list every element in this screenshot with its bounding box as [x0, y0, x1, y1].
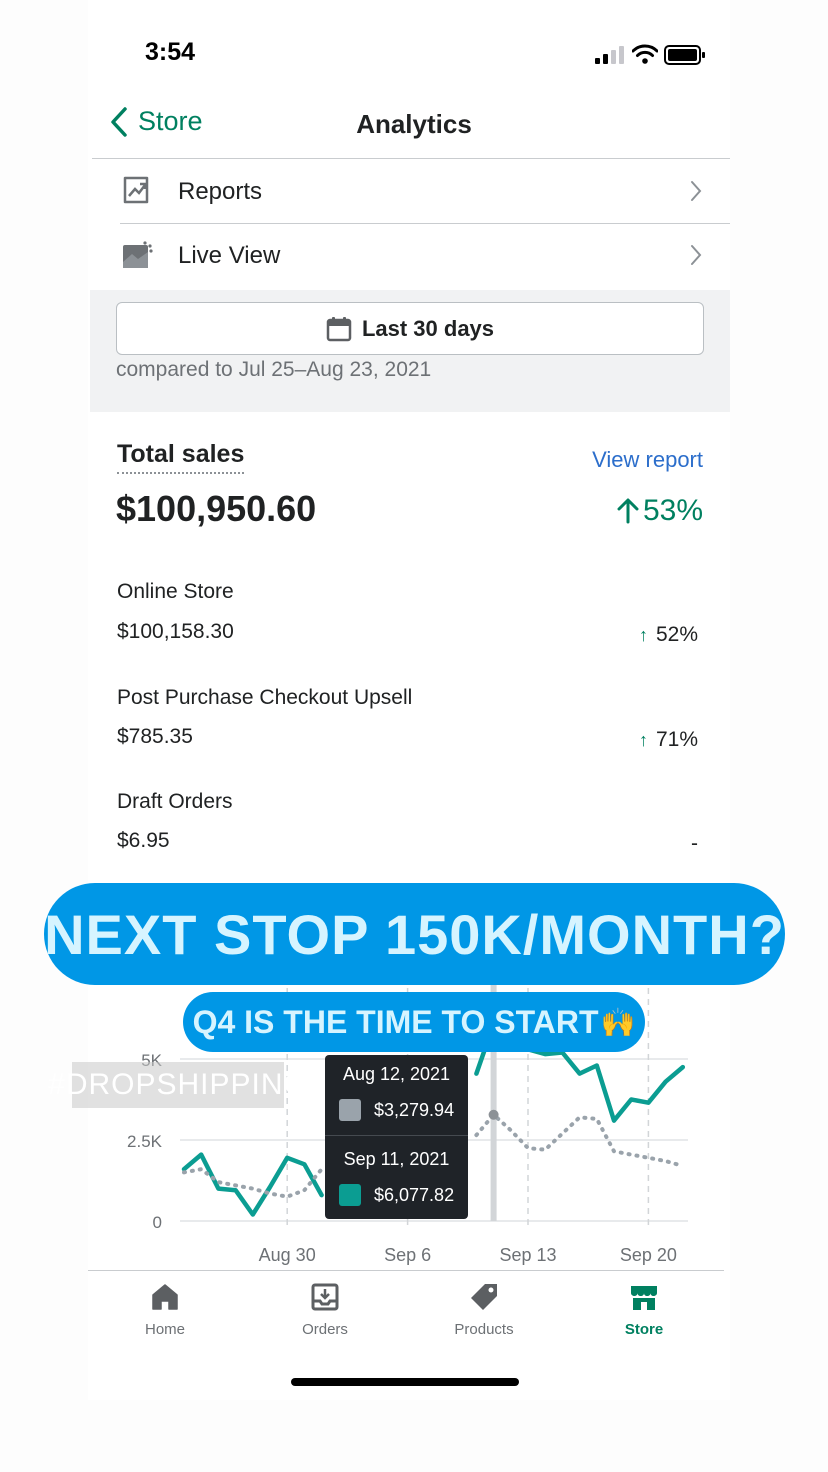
page-title: Analytics [356, 109, 472, 139]
hashtag-sticker: #DROPSHIPPING [48, 1062, 307, 1108]
menu-item-reports[interactable]: Reports [118, 160, 730, 224]
tab-home[interactable]: Home [100, 1282, 230, 1338]
tooltip-swatch [339, 1184, 361, 1206]
status-time: 3:54 [145, 38, 196, 66]
home-icon [152, 1284, 178, 1310]
tooltip-date: Aug 12, 2021 [342, 1064, 451, 1084]
total-sales-label[interactable]: Total sales [117, 440, 245, 474]
tabbar-divider [88, 1270, 724, 1271]
channel-name: Online Store [117, 580, 234, 603]
subline-text: Q4 IS THE TIME TO START [192, 1003, 599, 1040]
channel-change-value: 71% [655, 728, 698, 751]
channel-change: ↑ 71% [639, 728, 698, 752]
chart-tooltip: Aug 12, 2021 $3,279.94 Sep 11, 2021 $6,0… [325, 1055, 468, 1219]
date-range-label: Last 30 days [361, 315, 495, 341]
date-range-button[interactable]: Last 30 days [116, 302, 704, 355]
x-tick-label: Aug 30 [259, 1245, 316, 1265]
arrow-up-icon: ↑ [638, 729, 648, 750]
cellular-signal-icon [595, 46, 624, 64]
tag-icon [471, 1284, 497, 1310]
tab-products[interactable]: Products [419, 1282, 549, 1338]
menu-item-live-view[interactable]: Live View [118, 224, 730, 288]
tooltip-swatch [339, 1099, 361, 1121]
store-icon [631, 1286, 657, 1310]
total-sales-change: 53% [617, 494, 703, 528]
menu-item-label: Reports [178, 178, 263, 205]
battery-icon [664, 45, 705, 65]
tooltip-value: $3,279.94 [374, 1100, 455, 1120]
tooltip-value: $6,077.82 [374, 1185, 455, 1205]
comparison-series-line [182, 1167, 324, 1199]
channel-name: Post Purchase Checkout Upsell [117, 686, 413, 709]
tab-label: Store [624, 1321, 664, 1338]
nav-divider [92, 158, 730, 159]
channel-change-value: 52% [655, 623, 698, 646]
view-report-link[interactable]: View report [592, 447, 703, 473]
tooltip-date: Sep 11, 2021 [343, 1149, 450, 1169]
tab-orders[interactable]: Orders [260, 1282, 390, 1338]
channel-value: $100,158.30 [117, 620, 234, 643]
tab-store[interactable]: Store [579, 1282, 709, 1338]
home-indicator [291, 1378, 519, 1386]
live-view-icon [123, 241, 153, 268]
chevron-right-icon [691, 245, 702, 265]
calendar-icon [326, 316, 352, 341]
channel-name: Draft Orders [117, 790, 233, 813]
channel-value: $785.35 [117, 725, 193, 748]
current-series-line [181, 1152, 324, 1217]
wifi-icon [632, 44, 658, 64]
subline-sticker: Q4 IS THE TIME TO START 🙌 [183, 992, 645, 1052]
y-tick-label: 2.5K [127, 1132, 163, 1151]
hashtag-text: #DROPSHIPPING [48, 1068, 308, 1101]
channel-change-value: - [691, 832, 698, 855]
hover-point [488, 1109, 499, 1120]
channel-change: - [691, 832, 698, 856]
tab-label: Home [144, 1321, 185, 1338]
tab-label: Products [454, 1321, 514, 1338]
tab-label: Orders [302, 1321, 348, 1338]
x-tick-label: Sep 13 [499, 1245, 556, 1265]
orders-icon [311, 1283, 339, 1311]
channel-change: ↑ 52% [639, 623, 698, 647]
menu-item-label: Live View [178, 242, 281, 269]
x-tick-label: Sep 20 [620, 1245, 677, 1265]
x-tick-label: Sep 6 [384, 1245, 431, 1265]
comparison-period: compared to Jul 25–Aug 23, 2021 [116, 358, 432, 381]
channel-value: $6.95 [117, 829, 170, 852]
tooltip-divider [325, 1135, 468, 1136]
chevron-right-icon [691, 181, 702, 201]
headline-sticker: NEXT STOP 150K/MONTH? [44, 883, 785, 985]
arrow-up-icon: ↑ [638, 624, 648, 645]
raised-hands-emoji: 🙌 [600, 1006, 636, 1038]
headline-text: NEXT STOP 150K/MONTH? [44, 902, 785, 966]
reports-icon [123, 176, 149, 204]
arrow-up-icon [617, 498, 639, 524]
total-sales-change-value: 53% [642, 494, 703, 527]
y-tick-label: 0 [153, 1213, 162, 1232]
total-sales-value: $100,950.60 [116, 488, 317, 529]
